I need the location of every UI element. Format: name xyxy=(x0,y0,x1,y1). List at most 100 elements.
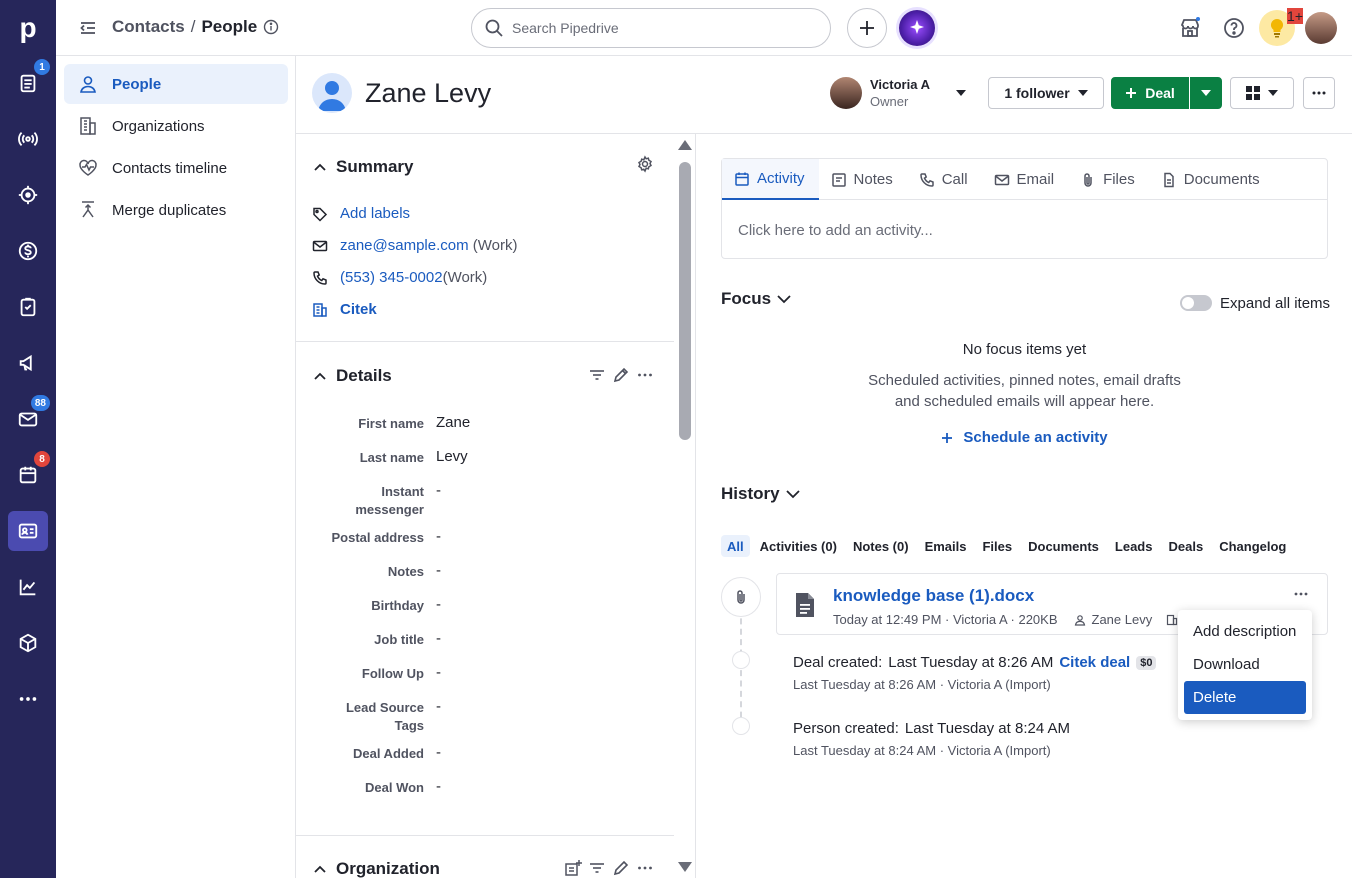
sidenav-item-people[interactable]: People xyxy=(64,64,288,104)
field-value[interactable]: - xyxy=(436,744,441,761)
add-deal-button[interactable]: Deal xyxy=(1111,77,1189,109)
summary-title: Summary xyxy=(336,157,414,176)
person-icon xyxy=(80,76,96,93)
history-tab-emails[interactable]: Emails xyxy=(919,535,973,557)
history-tab-leads[interactable]: Leads xyxy=(1109,535,1159,557)
field-value[interactable]: - xyxy=(436,562,441,579)
field-value[interactable]: - xyxy=(436,664,441,681)
deal-link[interactable]: Citek deal xyxy=(1059,654,1130,671)
ellipsis-icon[interactable] xyxy=(1294,592,1308,596)
field-value[interactable]: - xyxy=(436,528,441,545)
field-label: Birthday xyxy=(371,598,424,613)
phone-link[interactable]: (553) 345-0002 xyxy=(340,269,443,286)
deal-dropdown-button[interactable] xyxy=(1190,77,1222,109)
scrollbar-thumb[interactable] xyxy=(679,162,691,440)
history-tab-notes[interactable]: Notes (0) xyxy=(847,535,915,557)
history-tab-files[interactable]: Files xyxy=(976,535,1018,557)
history-tab-deals[interactable]: Deals xyxy=(1162,535,1209,557)
sidenav-item-organizations[interactable]: Organizations xyxy=(64,106,288,146)
field-value[interactable]: - xyxy=(436,778,441,795)
organization-header[interactable]: Organization xyxy=(312,859,440,878)
tab-documents[interactable]: Documents xyxy=(1149,159,1274,200)
user-avatar[interactable] xyxy=(1305,12,1337,44)
products-icon[interactable] xyxy=(8,623,48,663)
email-link[interactable]: zane@sample.com xyxy=(340,237,469,254)
sidenav-item-merge-duplicates[interactable]: Merge duplicates xyxy=(64,190,288,230)
menu-item-download[interactable]: Download xyxy=(1184,648,1306,681)
scroll-down-icon[interactable] xyxy=(678,862,692,872)
file-name-link[interactable]: knowledge base (1).docx xyxy=(833,586,1034,606)
sidenav-item-contacts-timeline[interactable]: Contacts timeline xyxy=(64,148,288,188)
scroll-up-icon[interactable] xyxy=(678,140,692,150)
help-icon[interactable] xyxy=(1222,16,1246,40)
owner-role: Owner xyxy=(870,94,909,109)
filter-icon[interactable] xyxy=(588,366,606,384)
mail-icon[interactable]: 88 xyxy=(8,395,50,439)
file-person[interactable]: Zane Levy xyxy=(1092,612,1153,627)
add-labels-row[interactable]: Add labels xyxy=(312,205,410,222)
field-value[interactable]: Zane xyxy=(436,414,470,431)
pencil-icon[interactable] xyxy=(612,859,630,877)
insights-icon[interactable] xyxy=(8,567,48,607)
focus-header[interactable]: Focus xyxy=(721,289,791,309)
history-tab-activities[interactable]: Activities (0) xyxy=(754,535,843,557)
tab-activity[interactable]: Activity xyxy=(722,159,819,200)
field-value[interactable]: Levy xyxy=(436,448,468,465)
schedule-activity-label: Schedule an activity xyxy=(963,429,1108,446)
layout-switcher-button[interactable] xyxy=(1230,77,1294,109)
tips-button[interactable]: 1+ xyxy=(1259,8,1303,46)
field-value[interactable]: - xyxy=(436,630,441,647)
add-labels-link[interactable]: Add labels xyxy=(340,205,410,222)
pipedrive-logo[interactable]: p xyxy=(0,0,56,56)
sidenav-label: Merge duplicates xyxy=(112,201,227,219)
expand-all-toggle[interactable] xyxy=(1180,295,1212,311)
details-header[interactable]: Details xyxy=(312,366,392,386)
info-icon[interactable] xyxy=(263,19,279,35)
calendar-icon[interactable]: 8 xyxy=(8,451,50,495)
tab-notes[interactable]: Notes xyxy=(819,159,907,200)
menu-item-add-description[interactable]: Add description xyxy=(1184,615,1306,648)
organization-link[interactable]: Citek xyxy=(340,301,377,318)
menu-item-delete[interactable]: Delete xyxy=(1184,681,1306,714)
add-organization-icon[interactable] xyxy=(564,859,582,877)
gear-icon[interactable] xyxy=(636,155,654,173)
filter-icon[interactable] xyxy=(588,859,606,877)
schedule-activity-link[interactable]: Schedule an activity xyxy=(721,429,1328,446)
pencil-icon[interactable] xyxy=(612,366,630,384)
search-box[interactable] xyxy=(471,8,831,48)
scrollbar[interactable] xyxy=(674,134,695,878)
deals-icon[interactable]: 1 xyxy=(8,59,50,103)
summary-header[interactable]: Summary xyxy=(312,157,413,177)
more-actions-button[interactable] xyxy=(1303,77,1335,109)
ai-assistant-button[interactable] xyxy=(899,10,935,46)
leads-icon[interactable] xyxy=(8,119,48,159)
history-tab-all[interactable]: All xyxy=(721,535,750,557)
event-subtitle: Last Tuesday at 8:26 AM · Victoria A (Im… xyxy=(793,677,1051,692)
history-tab-documents[interactable]: Documents xyxy=(1022,535,1105,557)
follower-button[interactable]: 1 follower xyxy=(988,77,1104,109)
target-icon[interactable] xyxy=(8,175,48,215)
history-tab-changelog[interactable]: Changelog xyxy=(1213,535,1292,557)
quick-add-button[interactable] xyxy=(847,8,887,48)
ellipsis-icon[interactable] xyxy=(636,366,654,384)
contacts-icon[interactable] xyxy=(8,511,48,551)
tab-call[interactable]: Call xyxy=(907,159,982,200)
marketplace-icon[interactable] xyxy=(1178,16,1202,40)
tab-files[interactable]: Files xyxy=(1068,159,1149,200)
campaigns-icon[interactable] xyxy=(8,343,48,383)
field-value[interactable]: - xyxy=(436,596,441,613)
collapse-menu-icon[interactable] xyxy=(78,18,98,38)
ellipsis-icon[interactable] xyxy=(636,859,654,877)
history-header[interactable]: History xyxy=(721,484,800,504)
owner-selector[interactable]: Victoria A Owner xyxy=(830,76,966,110)
tab-email[interactable]: Email xyxy=(982,159,1069,200)
person-name[interactable]: Zane Levy xyxy=(365,78,491,109)
breadcrumb-contacts[interactable]: Contacts xyxy=(112,17,185,37)
field-value[interactable]: - xyxy=(436,482,441,499)
dollar-icon[interactable] xyxy=(8,231,48,271)
search-input[interactable] xyxy=(512,20,812,36)
activities-icon[interactable] xyxy=(8,287,48,327)
activity-input[interactable]: Click here to add an activity... xyxy=(738,222,933,239)
more-icon[interactable] xyxy=(8,679,48,719)
field-value[interactable]: - xyxy=(436,698,441,715)
